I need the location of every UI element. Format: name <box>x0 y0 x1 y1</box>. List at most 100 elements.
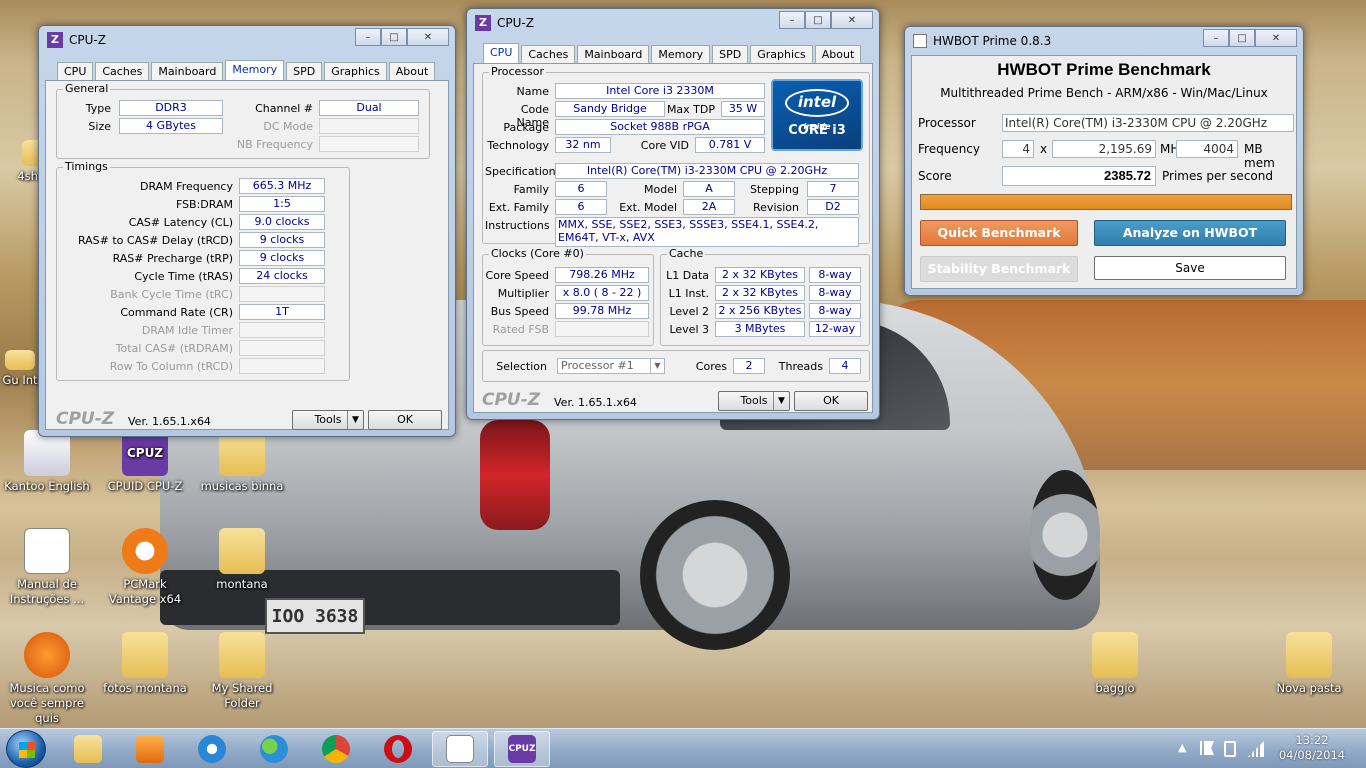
tab-caches[interactable]: Caches <box>95 62 150 80</box>
clock[interactable]: 13:22 04/08/2014 <box>1270 733 1354 763</box>
timing-label: Total CAS# (tRDRAM) <box>115 342 233 355</box>
cpuz-cpu-window[interactable]: Z CPU-Z – □ ✕ CPU Caches Mainboard Memory S… <box>466 8 880 420</box>
taskbar-opera[interactable] <box>370 731 426 767</box>
sonora-icon <box>24 632 70 678</box>
tab-memory[interactable]: Memory <box>651 45 711 63</box>
ok-button[interactable]: OK <box>368 410 442 430</box>
minimize-icon[interactable]: – <box>779 11 805 29</box>
ok-button[interactable]: OK <box>794 391 868 411</box>
tab-spd[interactable]: SPD <box>286 62 323 80</box>
tools-button[interactable]: Tools ▼ <box>292 410 364 430</box>
cache-size: 2 x 32 KBytes <box>715 267 805 283</box>
save-button[interactable]: Save <box>1094 256 1286 280</box>
benchmark-subheading: Multithreaded Prime Bench - ARM/x86 - Wi… <box>940 86 1268 100</box>
instr-label: Instructions <box>485 219 550 232</box>
desktop-icon-nova[interactable]: Nova pasta <box>1262 632 1356 696</box>
tab-about[interactable]: About <box>388 62 436 80</box>
type-value: DDR3 <box>119 100 223 116</box>
selection-dropdown[interactable]: Processor #1 ▼ <box>557 358 665 374</box>
selection-group: Selection Processor #1 ▼ Cores 2 Threads … <box>482 350 870 382</box>
car-wheel-front <box>1030 470 1100 600</box>
desktop-icon-sonora[interactable]: Musica como você sempre quis <box>0 632 94 726</box>
pdf-icon <box>24 528 70 574</box>
size-value: 4 GBytes <box>119 118 223 134</box>
selection-label: Selection <box>496 360 547 373</box>
clocks-group: Clocks (Core #0) Core Speed 798.26 MHz M… <box>482 247 654 346</box>
quick-benchmark-button[interactable]: Quick Benchmark <box>920 220 1078 246</box>
desktop-icon-pcmark[interactable]: PCMark Vantage x64 <box>98 528 192 607</box>
tab-mainboard[interactable]: Mainboard <box>151 62 224 80</box>
timing-label: RAS# Precharge (tRP) <box>112 252 233 265</box>
package-label: Package <box>503 121 549 134</box>
cache-ways: 8-way <box>809 303 861 319</box>
desktop-icon-musicas[interactable]: musicas binna <box>195 430 289 494</box>
flag-icon[interactable] <box>1200 741 1214 755</box>
close-icon[interactable]: ✕ <box>831 11 873 29</box>
timing-value: 9 clocks <box>239 250 325 266</box>
analyze-hwbot-button[interactable]: Analyze on HWBOT <box>1094 220 1286 246</box>
cache-label: Level 3 <box>669 323 709 336</box>
mult-label: Multiplier <box>497 287 549 300</box>
threads-value: 4 <box>829 358 861 374</box>
desktop-icon-cpuid[interactable]: CPUZ CPUID CPU-Z <box>98 430 192 494</box>
desktop-icon-fotos[interactable]: fotos montana <box>98 632 192 696</box>
badge-model: CORE i3 <box>788 123 846 138</box>
minimize-icon[interactable]: – <box>1203 29 1229 47</box>
taskbar-messenger[interactable] <box>246 731 302 767</box>
tech-label: Technology <box>487 139 549 152</box>
desktop-icon-montana[interactable]: montana <box>195 528 289 592</box>
cache-ways: 8-way <box>809 285 861 301</box>
minimize-icon[interactable]: – <box>355 28 381 46</box>
taskbar-chrome[interactable] <box>308 731 364 767</box>
timing-value <box>239 286 325 302</box>
tab-spd[interactable]: SPD <box>712 45 749 63</box>
version-label: Ver. 1.65.1.x64 <box>128 415 211 428</box>
desktop-icon-kantoo[interactable]: Kantoo English <box>0 430 94 494</box>
taskbar-media-player[interactable] <box>122 731 178 767</box>
internet-explorer-icon <box>198 735 226 763</box>
desktop-icon-baggio[interactable]: baggio <box>1068 632 1162 696</box>
close-icon[interactable]: ✕ <box>407 28 449 46</box>
processor-label: Processor <box>918 116 976 130</box>
start-button[interactable] <box>6 730 46 768</box>
vid-value: 0.781 V <box>695 137 765 153</box>
tab-about[interactable]: About <box>814 45 862 63</box>
close-icon[interactable]: ✕ <box>1255 29 1297 47</box>
cache-ways: 8-way <box>809 267 861 283</box>
cpuz-memory-window[interactable]: Z CPU-Z – □ ✕ CPU Caches Mainboard Memory S… <box>38 25 456 437</box>
network-icon[interactable] <box>1248 741 1264 757</box>
timing-label: CAS# Latency (CL) <box>128 216 233 229</box>
cache-group: Cache L1 Data 2 x 32 KBytes 8-way L1 Inst. 2… <box>660 247 870 346</box>
taskbar-java[interactable] <box>432 731 488 767</box>
tab-cpu[interactable]: CPU <box>57 62 94 80</box>
tab-memory[interactable]: Memory <box>225 60 285 80</box>
maximize-icon[interactable]: □ <box>805 11 831 29</box>
desktop-icon-shared[interactable]: My Shared Folder <box>195 632 289 711</box>
clock-date: 04/08/2014 <box>1278 748 1346 762</box>
tools-button[interactable]: Tools ▼ <box>718 391 790 411</box>
cpu-z-icon: CPUZ <box>508 735 536 763</box>
taskbar-ie[interactable] <box>184 731 240 767</box>
tab-mainboard[interactable]: Mainboard <box>577 45 650 63</box>
hwbot-window[interactable]: HWBOT Prime 0.8.3 – □ ✕ HWBOT Prime Benchm… <box>904 26 1304 296</box>
tray-show-hidden-icon[interactable]: ▲ <box>1178 741 1186 754</box>
timing-value: 24 clocks <box>239 268 325 284</box>
stability-benchmark-button[interactable]: Stability Benchmark <box>920 256 1078 282</box>
maximize-icon[interactable]: □ <box>381 28 407 46</box>
maximize-icon[interactable]: □ <box>1229 29 1255 47</box>
tab-cpu[interactable]: CPU <box>483 43 520 63</box>
tab-graphics[interactable]: Graphics <box>324 62 387 80</box>
device-icon[interactable] <box>1224 741 1236 757</box>
score-unit-label: Primes per second <box>1162 169 1273 183</box>
taskbar-explorer[interactable] <box>60 731 116 767</box>
timing-value: 665.3 MHz <box>239 178 325 194</box>
progress-bar <box>920 194 1292 210</box>
size-label: Size <box>88 120 111 133</box>
tab-caches[interactable]: Caches <box>521 45 576 63</box>
revision-label: Revision <box>753 201 799 214</box>
tab-graphics[interactable]: Graphics <box>750 45 813 63</box>
mult-value: x 8.0 ( 8 - 22 ) <box>555 285 649 301</box>
taskbar-cpuz[interactable]: CPUZ <box>494 731 550 767</box>
cpu-z-logo: CPU-Z <box>56 409 115 429</box>
desktop-icon-manual[interactable]: Manual de Instruções ... <box>0 528 94 607</box>
